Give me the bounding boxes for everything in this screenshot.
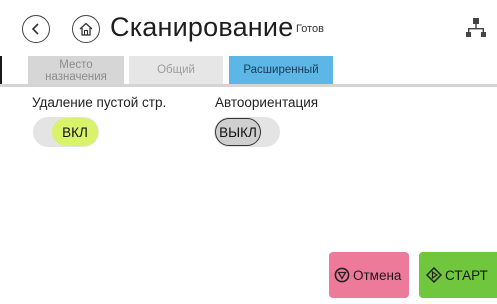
status-text: Готов xyxy=(296,23,324,35)
tab-bar: Место назначения Общий Расширенный xyxy=(0,56,497,84)
cancel-button[interactable]: Отмена xyxy=(329,252,409,298)
auto-orientation-label: Автоориентация xyxy=(215,95,319,110)
stop-icon xyxy=(334,267,350,283)
blank-page-removal-toggle[interactable]: ВКЛ xyxy=(33,117,99,147)
start-button[interactable]: СТАРТ xyxy=(419,252,497,298)
tab-general[interactable]: Общий xyxy=(129,56,223,84)
toggle-off-knob: ВЫКЛ xyxy=(215,118,261,146)
cancel-label: Отмена xyxy=(353,267,402,283)
network-icon xyxy=(466,18,486,37)
back-button[interactable] xyxy=(22,15,50,43)
tab-destination[interactable]: Место назначения xyxy=(28,56,124,84)
page-title: Сканирование xyxy=(110,12,294,42)
home-icon xyxy=(79,22,93,36)
header-bar: Сканирование Готов xyxy=(0,0,497,56)
home-button[interactable] xyxy=(72,15,100,43)
blank-page-removal-label: Удаление пустой стр. xyxy=(32,95,167,110)
start-label: СТАРТ xyxy=(445,267,488,283)
tab-advanced[interactable]: Расширенный xyxy=(229,56,333,84)
back-icon xyxy=(31,23,39,35)
auto-orientation-toggle[interactable]: ВЫКЛ xyxy=(214,117,280,147)
start-icon xyxy=(426,267,442,283)
toggle-on-knob: ВКЛ xyxy=(52,118,98,146)
